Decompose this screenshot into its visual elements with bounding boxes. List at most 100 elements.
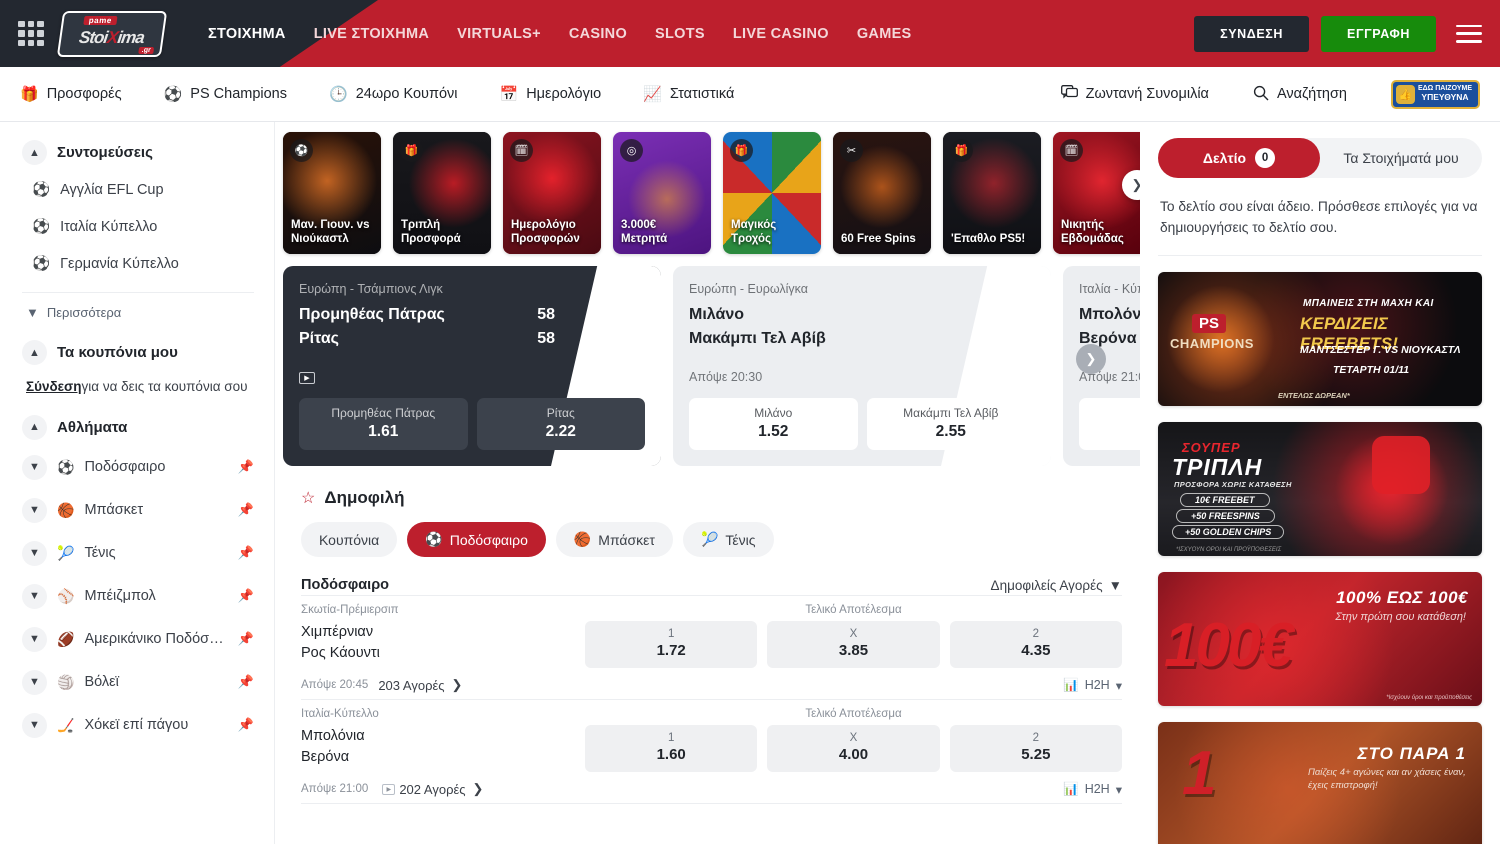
- chevron-down-icon[interactable]: ▼: [22, 455, 47, 480]
- login-button[interactable]: ΣΥΝΔΕΣΗ: [1194, 16, 1309, 52]
- welcome-bonus-banner[interactable]: 100% ΕΩΣ 100€ Στην πρώτη σου κατάθεση! 1…: [1158, 572, 1482, 706]
- markets-dropdown[interactable]: Δημοφιλείς Αγορές ▼: [991, 578, 1122, 593]
- odd-button-2[interactable]: 2 4.35: [950, 621, 1122, 668]
- super-triple-banner[interactable]: ΣΟΥΠΕΡ ΤΡΙΠΛΗ ΠΡΟΣΦΟΡΑ ΧΩΡΙΣ ΚΑΤΑΘΕΣΗ 10…: [1158, 422, 1482, 556]
- match-info[interactable]: Σκωτία-Πρέμιερσιπ Χιμπέρνιαν Ρος Κάουντι: [301, 604, 585, 668]
- pin-icon[interactable]: 📌: [238, 459, 254, 475]
- odd-button[interactable]: Μακάμπι Τελ Αβίβ 2.55: [867, 398, 1036, 450]
- subnav-item-ps-champions[interactable]: ⚽ PS Champions: [164, 86, 287, 102]
- promo-tile[interactable]: ◎ 3.000€ Μετρητά: [613, 132, 711, 254]
- chevron-down-icon[interactable]: ▼: [22, 584, 47, 609]
- odd-button[interactable]: Ρίτας 2.22: [477, 398, 646, 450]
- sports-header[interactable]: ▲ Αθλήματα: [22, 415, 254, 440]
- chevron-down-icon[interactable]: ▼: [22, 498, 47, 523]
- sidebar-item-efl-cup[interactable]: ⚽ Αγγλία EFL Cup: [22, 171, 254, 208]
- sidebar-item-football[interactable]: ▼ ⚽ Ποδόσφαιρο 📌: [22, 446, 254, 489]
- h2h-toggle[interactable]: 📊 H2H ▾: [1063, 678, 1122, 693]
- pin-icon[interactable]: 📌: [238, 588, 254, 604]
- sidebar-item-volleyball[interactable]: ▼ 🏐 Βόλεϊ 📌: [22, 661, 254, 704]
- nav-item-casino[interactable]: CASINO: [569, 26, 627, 42]
- shortcuts-more-button[interactable]: ▼ Περισσότερα: [22, 299, 254, 326]
- subnav-item-prosfores[interactable]: 🎁 Προσφορές: [20, 86, 122, 102]
- home-team: Μπολόνια: [301, 726, 585, 747]
- sidebar-item-baseball[interactable]: ▼ ⚾ Μπέιζμπολ 📌: [22, 575, 254, 618]
- pin-icon[interactable]: 📌: [238, 545, 254, 561]
- ps-champions-banner[interactable]: PS CHAMPIONS ΜΠΑΙΝΕΙΣ ΣΤΗ ΜΑΧΗ ΚΑΙ ΚΕΡΔΙ…: [1158, 272, 1482, 406]
- stream-icon[interactable]: ▶: [382, 784, 395, 795]
- odd-label: 1: [585, 732, 757, 744]
- sidebar-item-italy-cup[interactable]: ⚽ Ιταλία Κύπελλο: [22, 208, 254, 245]
- coupons-login-link[interactable]: Σύνδεση: [26, 379, 82, 394]
- chevron-down-icon[interactable]: ▼: [22, 670, 47, 695]
- markets-count-link[interactable]: 203 Αγορές ❯: [378, 677, 462, 693]
- promo-tile[interactable]: 🎁 'Επαθλο PS5!: [943, 132, 1041, 254]
- chevron-up-icon[interactable]: ▲: [22, 140, 47, 165]
- live-match-card[interactable]: Ευρώπη - Ευρωλίγκα Μιλάνο Μακάμπι Τελ Αβ…: [673, 266, 1051, 466]
- stream-icon[interactable]: ▶: [299, 372, 315, 384]
- star-icon: ☆: [301, 488, 315, 508]
- odd-value: 1.72: [585, 642, 757, 659]
- live-carousel-next-button[interactable]: ❯: [1076, 344, 1106, 374]
- promo-tile[interactable]: ⚽ Μαν. Γιουν. vs Νιούκαστλ: [283, 132, 381, 254]
- odd-button-x[interactable]: X 4.00: [767, 725, 939, 772]
- live-chat-button[interactable]: Ζωντανή Συνομιλία: [1061, 85, 1209, 103]
- subnav-item-statistics[interactable]: 📈 Στατιστικά: [643, 86, 734, 102]
- hamburger-menu-icon[interactable]: [1456, 25, 1482, 43]
- pin-icon[interactable]: 📌: [238, 502, 254, 518]
- sport-label: Μπάσκετ: [84, 502, 227, 518]
- markets-count-link[interactable]: 202 Αγορές ❯: [399, 781, 483, 797]
- h2h-toggle[interactable]: 📊 H2H ▾: [1063, 782, 1122, 797]
- live-match-card[interactable]: Ευρώπη - Τσάμπιονς Λιγκ Προμηθέας Πάτρας…: [283, 266, 661, 466]
- chevron-down-icon[interactable]: ▼: [22, 627, 47, 652]
- pin-icon[interactable]: 📌: [238, 717, 254, 733]
- search-button[interactable]: Αναζήτηση: [1253, 85, 1347, 104]
- chevron-down-icon[interactable]: ▼: [22, 541, 47, 566]
- odd-button-2[interactable]: 2 5.25: [950, 725, 1122, 772]
- promo-tile[interactable]: 🎁 Τριπλή Προσφορά: [393, 132, 491, 254]
- pin-icon[interactable]: 📌: [238, 674, 254, 690]
- tab-coupons[interactable]: Κουπόνια: [301, 522, 397, 557]
- pin-icon[interactable]: 📌: [238, 631, 254, 647]
- responsible-gaming-badge[interactable]: 👍 ΕΔΩ ΠΑΙΖΟΥΜΕ ΥΠΕΥΘΥΝΑ: [1391, 80, 1480, 109]
- apps-grid-icon[interactable]: [18, 21, 44, 47]
- subnav-item-24ore-coupon[interactable]: 🕒 24ωρο Κουπόνι: [329, 86, 458, 102]
- match-info[interactable]: Ιταλία-Κύπελλο Μπολόνια Βερόνα: [301, 708, 585, 772]
- promo-tile[interactable]: 🗓 Ημερολόγιο Προσφορών: [503, 132, 601, 254]
- tab-football[interactable]: ⚽ Ποδόσφαιρο: [407, 522, 546, 557]
- site-logo[interactable]: pame StoiXima .gr: [60, 11, 164, 57]
- nav-item-live[interactable]: LIVE ΣΤΟΙΧΗΜΑ: [314, 26, 429, 42]
- nav-item-live-casino[interactable]: LIVE CASINO: [733, 26, 829, 42]
- sidebar-item-germany-cup[interactable]: ⚽ Γερμανία Κύπελλο: [22, 245, 254, 282]
- promo-tile[interactable]: ✂ 60 Free Spins: [833, 132, 931, 254]
- chevron-up-icon[interactable]: ▲: [22, 340, 47, 365]
- nav-item-virtuals[interactable]: VIRTUALS+: [457, 26, 541, 42]
- nav-item-stoixima[interactable]: ΣΤΟΙΧΗΜΑ: [208, 26, 286, 42]
- odd-button-x[interactable]: X 3.85: [767, 621, 939, 668]
- chevron-down-icon[interactable]: ▼: [22, 713, 47, 738]
- promo-tile[interactable]: 🎁 Μαγικός Τροχός: [723, 132, 821, 254]
- odd-button-1[interactable]: 1 1.72: [585, 621, 757, 668]
- nav-item-games[interactable]: GAMES: [857, 26, 912, 42]
- chevron-up-icon[interactable]: ▲: [22, 415, 47, 440]
- my-coupons-header[interactable]: ▲ Τα κουπόνια μου: [22, 340, 254, 365]
- sidebar-item-tennis[interactable]: ▼ 🎾 Τένις 📌: [22, 532, 254, 575]
- sidebar-item-basketball[interactable]: ▼ 🏀 Μπάσκετ 📌: [22, 489, 254, 532]
- shortcuts-header[interactable]: ▲ Συντομεύσεις: [22, 140, 254, 165]
- tab-betslip[interactable]: Δελτίο 0: [1158, 138, 1320, 178]
- sto-para-1-banner[interactable]: ΣΤΟ ΠΑΡΑ 1 Παίζεις 4+ αγώνες και αν χάσε…: [1158, 722, 1482, 844]
- sidebar-item-american-football[interactable]: ▼ 🏈 Αμερικάνικο Ποδόσ… 📌: [22, 618, 254, 661]
- subnav-item-calendar[interactable]: 📅 Ημερολόγιο: [500, 86, 602, 102]
- tab-basketball[interactable]: 🏀 Μπάσκετ: [556, 522, 673, 557]
- search-label: Αναζήτηση: [1277, 86, 1347, 102]
- odd-button[interactable]: Μιλάνο 1.52: [689, 398, 858, 450]
- sidebar-item-ice-hockey[interactable]: ▼ 🏒 Χόκεϊ επί πάγου 📌: [22, 704, 254, 747]
- register-button[interactable]: ΕΓΓΡΑΦΗ: [1321, 16, 1436, 52]
- odd-button-1[interactable]: 1 1.60: [585, 725, 757, 772]
- odd-button[interactable]: Προμηθέας Πάτρας 1.61: [299, 398, 468, 450]
- tab-my-bets[interactable]: Τα Στοιχήματά μου: [1320, 138, 1482, 178]
- tab-tennis[interactable]: 🎾 Τένις: [683, 522, 774, 557]
- odd-button[interactable]: 1 1.6: [1079, 398, 1140, 450]
- betslip-empty-message: Το δελτίο σου είναι άδειο. Πρόσθεσε επιλ…: [1158, 178, 1482, 256]
- promo-label: Ημερολόγιο Προσφορών: [511, 219, 595, 247]
- nav-item-slots[interactable]: SLOTS: [655, 26, 705, 42]
